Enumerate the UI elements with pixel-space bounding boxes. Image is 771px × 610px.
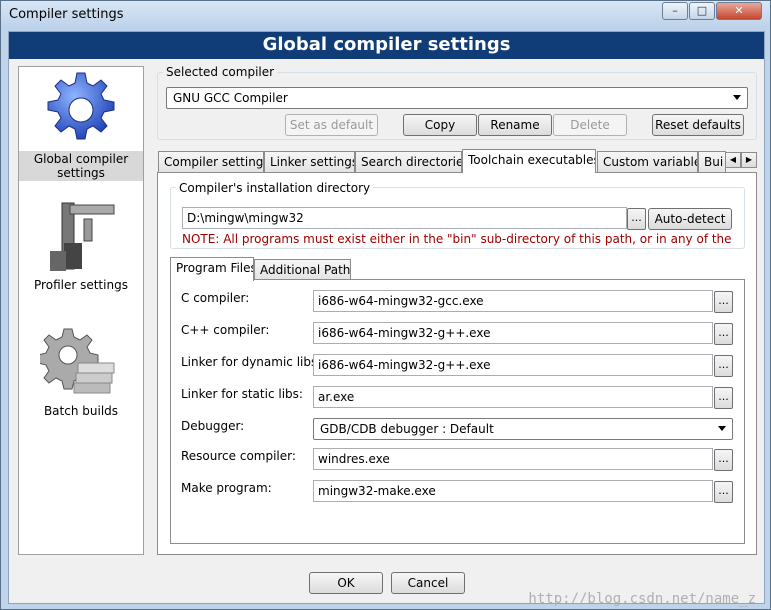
- static-linker-field[interactable]: ar.exe: [313, 386, 713, 408]
- toolchain-tab-panel: Compiler's installation directory D:\min…: [157, 172, 757, 555]
- sidebar-item-label: Profiler settings: [34, 278, 128, 292]
- sidebar-item-label: Global compiler settings: [19, 151, 143, 181]
- tab-linker-settings[interactable]: Linker settings: [264, 151, 355, 172]
- install-dir-label: Compiler's installation directory: [176, 181, 374, 195]
- c-compiler-browse-button[interactable]: ...: [714, 291, 733, 313]
- compiler-select-value: GNU GCC Compiler: [173, 91, 288, 105]
- cpp-compiler-browse-button[interactable]: ...: [714, 323, 733, 345]
- page-title: Global compiler settings: [9, 32, 764, 59]
- cpp-compiler-field[interactable]: i686-w64-mingw32-g++.exe: [313, 322, 713, 344]
- selected-compiler-label: Selected compiler: [163, 65, 278, 79]
- debugger-select[interactable]: GDB/CDB debugger : Default: [313, 418, 733, 440]
- cancel-button[interactable]: Cancel: [391, 572, 465, 594]
- make-program-label: Make program:: [181, 481, 272, 495]
- set-as-default-button[interactable]: Set as default: [285, 114, 378, 136]
- window-title: Compiler settings: [9, 7, 124, 22]
- chevron-down-icon: [718, 426, 726, 431]
- debugger-select-value: GDB/CDB debugger : Default: [320, 422, 494, 436]
- tab-compiler-settings[interactable]: Compiler settings: [158, 151, 264, 172]
- dynamic-linker-browse-button[interactable]: ...: [714, 355, 733, 377]
- auto-detect-button[interactable]: Auto-detect: [648, 208, 732, 230]
- sidebar-item-batch-builds[interactable]: Batch builds: [19, 321, 143, 419]
- title-bar[interactable]: Compiler settings – □ ✕: [1, 1, 770, 29]
- make-program-field[interactable]: mingw32-make.exe: [313, 480, 713, 502]
- ok-button[interactable]: OK: [309, 572, 383, 594]
- watermark: http://blog.csdn.net/name_z: [528, 591, 756, 607]
- copy-button[interactable]: Copy: [403, 114, 477, 136]
- resource-compiler-label: Resource compiler:: [181, 449, 296, 463]
- sidebar-item-global-compiler[interactable]: Global compiler settings: [19, 69, 143, 181]
- install-note: NOTE: All programs must exist either in …: [182, 232, 732, 246]
- chevron-down-icon: [733, 95, 741, 100]
- static-linker-label: Linker for static libs:: [181, 387, 303, 401]
- dialog-body: Global compiler settings Global compiler…: [8, 31, 765, 604]
- delete-button[interactable]: Delete: [553, 114, 627, 136]
- compiler-select[interactable]: GNU GCC Compiler: [166, 87, 748, 109]
- compiler-settings-window: Compiler settings – □ ✕ Global compiler …: [0, 0, 771, 610]
- tab-scroll-left-icon[interactable]: ◀: [725, 152, 741, 168]
- tab-custom-variables[interactable]: Custom variables: [597, 151, 698, 172]
- caliper-icon: [40, 195, 122, 277]
- c-compiler-label: C compiler:: [181, 291, 250, 305]
- program-files-panel: C compiler: i686-w64-mingw32-gcc.exe ...…: [170, 279, 745, 544]
- category-list: Global compiler settings Profiler settin…: [18, 66, 144, 555]
- minimize-button[interactable]: –: [662, 2, 688, 20]
- install-dir-field[interactable]: D:\mingw\mingw32: [182, 207, 627, 229]
- cpp-compiler-label: C++ compiler:: [181, 323, 270, 337]
- tab-toolchain-executables[interactable]: Toolchain executables: [462, 149, 596, 173]
- rename-button[interactable]: Rename: [478, 114, 552, 136]
- dynamic-linker-label: Linker for dynamic libs:: [181, 355, 322, 369]
- resource-compiler-field[interactable]: windres.exe: [313, 448, 713, 470]
- install-dir-browse-button[interactable]: ...: [627, 208, 646, 230]
- static-linker-browse-button[interactable]: ...: [714, 387, 733, 409]
- gear-icon: [40, 69, 122, 151]
- tab-scroll-right-icon[interactable]: ▶: [741, 152, 757, 168]
- subtab-additional-paths[interactable]: Additional Paths: [254, 259, 351, 280]
- c-compiler-field[interactable]: i686-w64-mingw32-gcc.exe: [313, 290, 713, 312]
- sidebar-item-profiler[interactable]: Profiler settings: [19, 195, 143, 293]
- tab-search-directories[interactable]: Search directories: [355, 151, 462, 172]
- dynamic-linker-field[interactable]: i686-w64-mingw32-g++.exe: [313, 354, 713, 376]
- subtab-program-files[interactable]: Program Files: [170, 257, 254, 281]
- debugger-label: Debugger:: [181, 419, 245, 433]
- reset-defaults-button[interactable]: Reset defaults: [652, 114, 744, 136]
- make-program-browse-button[interactable]: ...: [714, 481, 733, 503]
- maximize-button[interactable]: □: [689, 2, 715, 20]
- resource-compiler-browse-button[interactable]: ...: [714, 449, 733, 471]
- close-button[interactable]: ✕: [716, 2, 762, 20]
- sidebar-item-label: Batch builds: [43, 404, 119, 418]
- tab-build-options[interactable]: Bui: [698, 151, 726, 172]
- batch-gear-icon: [37, 321, 122, 403]
